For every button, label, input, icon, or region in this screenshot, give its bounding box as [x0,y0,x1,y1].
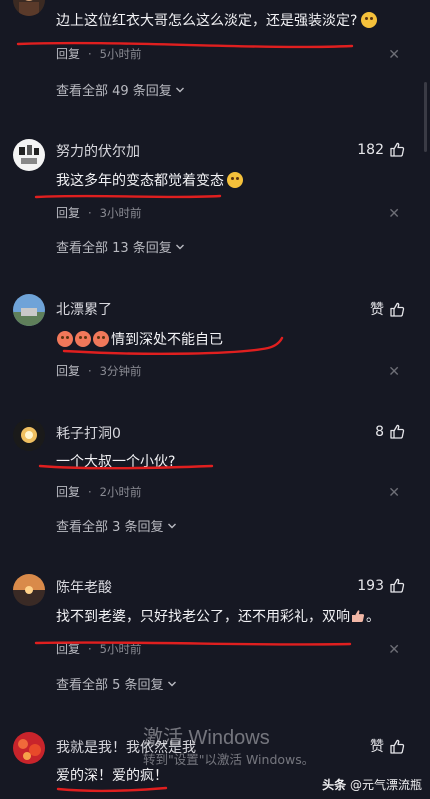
chevron-down-icon [175,87,184,92]
comment-text-content: 情到深处不能自已 [111,332,223,348]
comment-time: 3小时前 [99,206,142,220]
close-icon[interactable]: ✕ [388,47,400,63]
username[interactable]: 努力的伏尔加 [56,141,140,161]
brand-prefix: 头条 [322,778,347,792]
chevron-down-icon [167,681,176,686]
comment-text: 找不到老婆，只好找老公了，还不用彩礼，双响 。 [56,606,380,626]
comment-time: 3分钟前 [99,364,142,378]
thumbs-up-icon [390,142,405,157]
username[interactable]: 耗子打洞0 [56,423,121,443]
like-count: 赞 [370,739,384,755]
reply-link[interactable]: 回复 [56,485,80,499]
laughing-emoji-icon [93,331,109,347]
like-button[interactable]: 8 [375,423,406,440]
view-all-replies-button[interactable]: 查看全部 5 条回复 [56,674,177,693]
comment-text-content: 边上这位红衣大哥怎么这么淡定，还是强装淡定? [56,13,358,29]
avatar[interactable] [13,0,45,16]
avatar[interactable] [13,574,45,606]
comment-text: 情到深处不能自已 [56,329,223,349]
comment-text: 一个大叔一个小伙? [56,451,175,471]
comment-text: 爱的深！爱的疯！ [56,765,168,785]
like-count: 182 [357,141,384,158]
comment-meta: 回复 · 3小时前 [56,204,142,221]
thumbs-up-icon [390,424,405,439]
like-button[interactable]: 182 [357,141,406,158]
username[interactable]: 北漂累了 [56,299,112,319]
view-all-replies-label: 查看全部 5 条回复 [56,678,164,693]
avatar[interactable] [13,139,45,171]
view-all-replies-button[interactable]: 查看全部 13 条回复 [56,237,185,256]
comment-text-end: 。 [366,609,380,625]
close-icon[interactable]: ✕ [388,206,400,222]
comment-time: 2小时前 [99,485,142,499]
comment-meta: 回复 · 5小时前 [56,640,142,657]
laughing-emoji-icon [75,331,91,347]
reply-link[interactable]: 回复 [56,47,80,61]
like-count: 193 [357,577,384,594]
comment-text-content: 找不到老婆，只好找老公了，还不用彩礼，双响 [56,609,350,625]
comment-text: 边上这位红衣大哥怎么这么淡定，还是强装淡定? [56,10,378,30]
like-button[interactable]: 193 [357,577,406,594]
comment-time: 5小时前 [99,47,142,61]
chevron-down-icon [167,523,176,528]
reply-link[interactable]: 回复 [56,642,80,656]
avatar[interactable] [13,732,45,764]
comment-text-content: 一个大叔一个小伙? [56,454,176,470]
reply-link[interactable]: 回复 [56,206,80,220]
view-all-replies-button[interactable]: 查看全部 3 条回复 [56,516,177,535]
view-all-replies-label: 查看全部 3 条回复 [56,520,164,535]
comment-text-content: 我这多年的变态都觉着变态 [56,173,224,189]
sweat-smile-emoji-icon [361,12,378,28]
comment-meta: 回复 · 2小时前 [56,483,142,500]
view-all-replies-button[interactable]: 查看全部 49 条回复 [56,80,185,99]
comment-text-content: 爱的深！爱的疯！ [56,768,168,784]
thumbs-up-icon [390,302,405,317]
close-icon[interactable]: ✕ [388,485,400,501]
underline-2 [34,194,222,199]
source-watermark: 头条 @元气漂流瓶 [322,776,422,793]
close-icon[interactable]: ✕ [388,642,400,658]
like-count: 赞 [370,302,384,318]
windows-activation-watermark: 激活 Windows [143,727,270,749]
like-count: 8 [375,423,384,440]
meta-dot: · [88,206,92,220]
like-button[interactable]: 赞 [370,299,406,319]
windows-activation-hint: 转到"设置"以激活 Windows。 [143,752,315,767]
username[interactable]: 陈年老酸 [56,577,112,597]
like-button[interactable]: 赞 [370,736,406,756]
thumbs-up-icon [390,739,405,754]
chevron-down-icon [175,244,184,249]
shocked-face-emoji-icon [227,172,243,188]
view-all-replies-label: 查看全部 49 条回复 [56,84,172,99]
meta-dot: · [88,642,92,656]
comment-text: 我这多年的变态都觉着变态 [56,170,244,190]
view-all-replies-label: 查看全部 13 条回复 [56,241,172,256]
laughing-emoji-icon [57,331,73,347]
meta-dot: · [88,485,92,499]
avatar[interactable] [13,294,45,326]
comment-meta: 回复 · 5小时前 [56,45,142,62]
thumbs-up-emoji-icon [352,610,365,622]
avatar[interactable] [13,419,45,451]
brand-name: @元气漂流瓶 [349,778,422,792]
close-icon[interactable]: ✕ [388,364,400,380]
meta-dot: · [88,47,92,61]
underline-6 [56,786,168,792]
scrollbar[interactable] [424,82,427,152]
comment-time: 5小时前 [99,642,142,656]
reply-link[interactable]: 回复 [56,364,80,378]
meta-dot: · [88,364,92,378]
comment-meta: 回复 · 3分钟前 [56,362,142,379]
thumbs-up-icon [390,578,405,593]
